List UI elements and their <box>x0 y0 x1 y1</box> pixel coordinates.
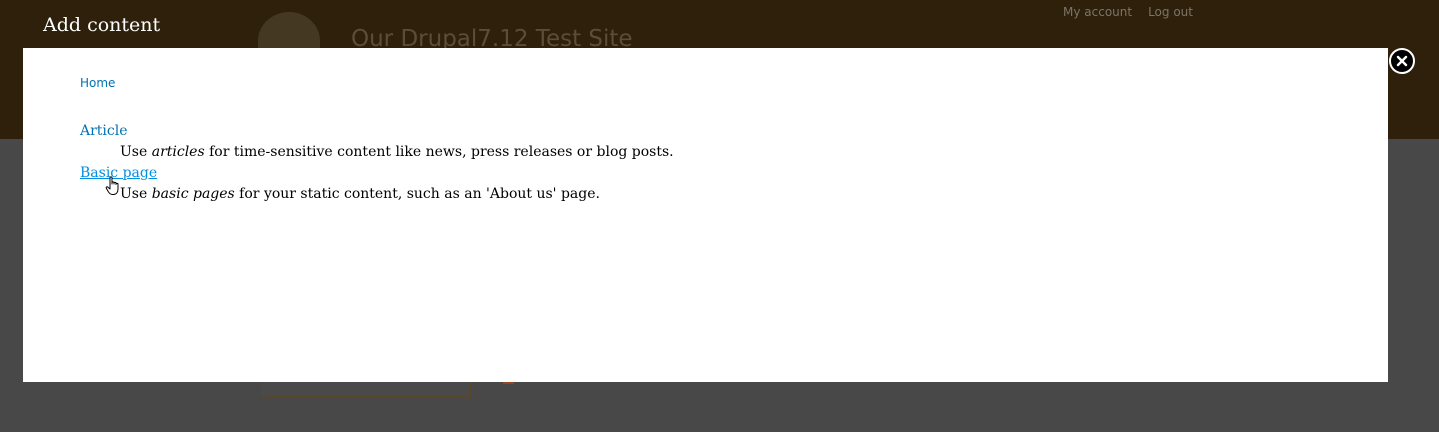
hand-cursor-icon <box>105 176 119 195</box>
description-text: Use <box>120 144 152 160</box>
article-link[interactable]: Article <box>80 122 674 140</box>
basic-page-description: Use basic pages for your static content,… <box>120 185 674 203</box>
breadcrumb-home-link[interactable]: Home <box>80 76 115 90</box>
user-menu: My account Log out <box>1063 5 1193 19</box>
logout-link: Log out <box>1148 5 1193 19</box>
overlay-dialog: Home Article Use articles for time-sensi… <box>23 48 1388 382</box>
description-text: Use <box>120 186 152 202</box>
description-emphasis: articles <box>151 144 205 160</box>
my-account-link: My account <box>1063 5 1133 19</box>
article-description: Use articles for time-sensitive content … <box>120 143 674 161</box>
overlay-close-button[interactable] <box>1389 48 1415 74</box>
content-type-list: Article Use articles for time-sensitive … <box>80 122 674 206</box>
close-icon <box>1396 55 1408 67</box>
basic-page-link[interactable]: Basic page <box>80 164 674 182</box>
description-text: for your static content, such as an 'Abo… <box>234 186 600 202</box>
description-text: for time-sensitive content like news, pr… <box>204 144 674 160</box>
description-emphasis: basic pages <box>151 186 235 202</box>
overlay-title: Add content <box>43 14 161 36</box>
